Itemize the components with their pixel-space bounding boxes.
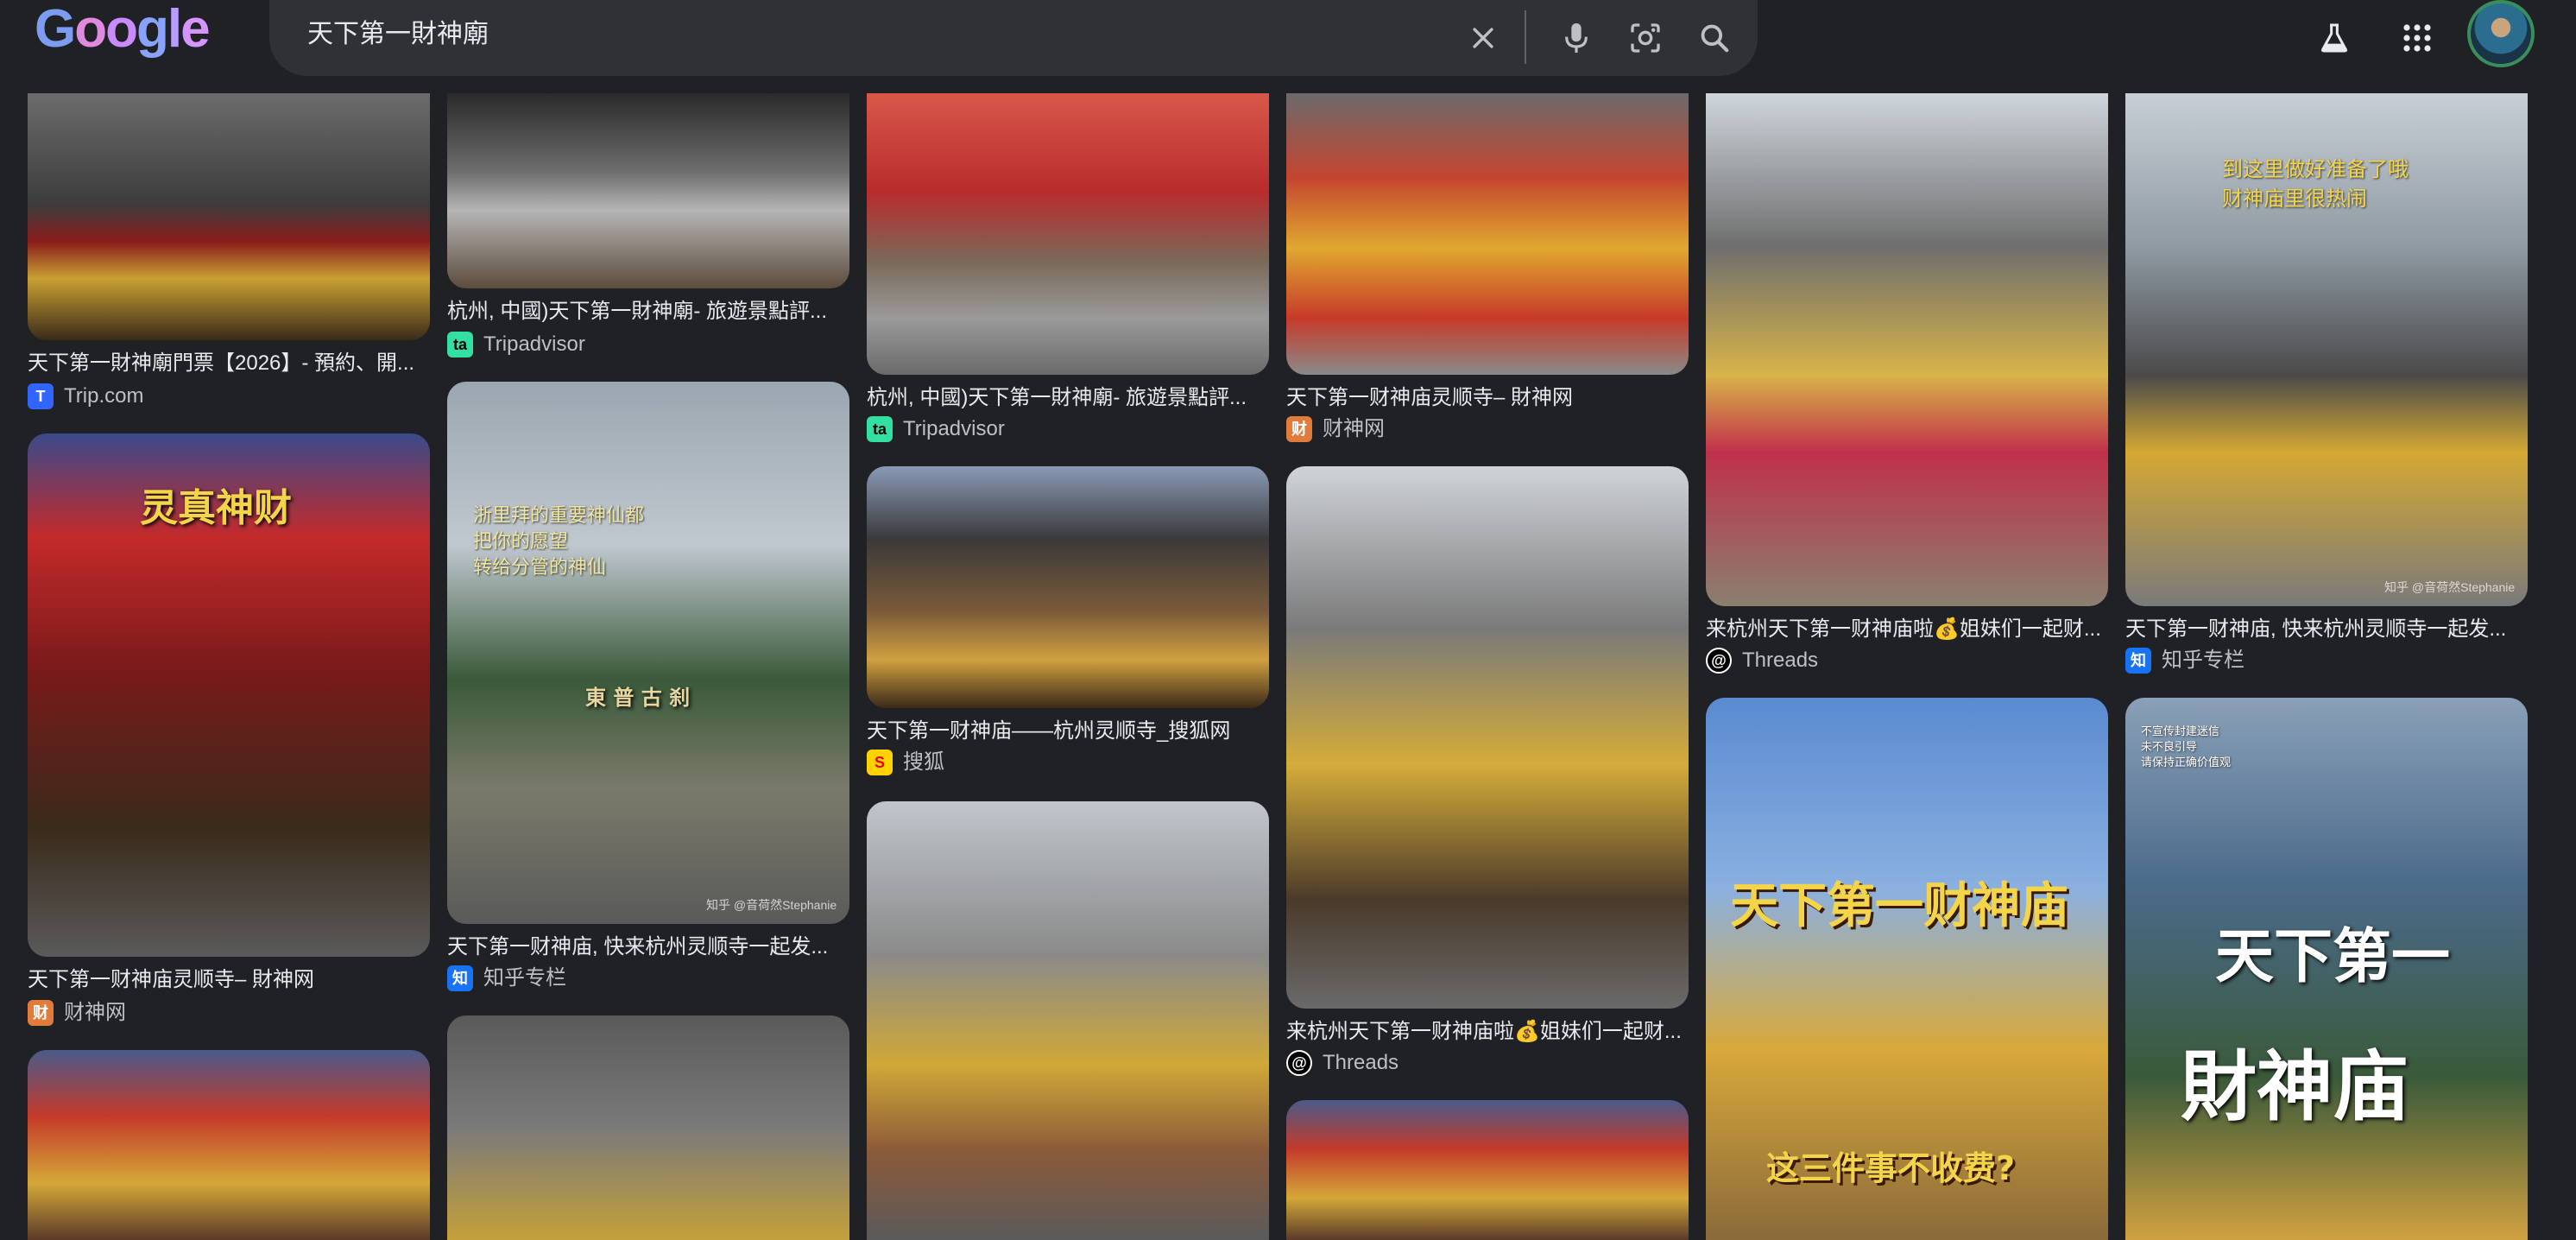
result-thumbnail[interactable] [867, 466, 1269, 708]
threads-icon: @ [1286, 1050, 1312, 1076]
zhihu-icon: 知 [2125, 648, 2151, 674]
top-bar: Google 天下第一財神廟 [0, 0, 2576, 90]
microphone-icon[interactable] [1552, 14, 1601, 62]
result-thumbnail[interactable]: 浙里拜的重要神仙都 把你的愿望 转给分管的神仙 東 普 古 刹 知乎 @音荷然S… [447, 382, 849, 924]
result-thumbnail[interactable] [867, 93, 1269, 375]
result-source[interactable]: @ Threads [1286, 1050, 1689, 1076]
tripadvisor-icon: ta [867, 416, 893, 442]
result-source[interactable]: S 搜狐 [867, 750, 1269, 775]
result-thumbnail[interactable] [447, 93, 849, 288]
camera-lens-icon[interactable] [1621, 14, 1670, 62]
close-icon[interactable] [1459, 14, 1507, 62]
threads-icon: @ [1706, 648, 1732, 674]
result-source[interactable]: 财 财神网 [28, 1000, 430, 1026]
search-bar[interactable]: 天下第一財神廟 [269, 0, 1758, 76]
result-thumbnail[interactable] [28, 93, 430, 340]
search-divider [1525, 10, 1526, 64]
caishen-icon: 财 [1286, 416, 1312, 442]
result-thumbnail[interactable]: 到这里做好准备了哦 财神庙里很热闹 知乎 @音荷然Stephanie [2125, 93, 2528, 606]
result-thumbnail[interactable] [447, 1015, 849, 1240]
tripcom-icon: T [28, 383, 54, 409]
apps-grid-icon[interactable] [2386, 7, 2448, 69]
result-source[interactable]: 知 知乎专栏 [2125, 648, 2528, 674]
result-source[interactable]: @ Threads [1706, 648, 2108, 674]
result-title[interactable]: 杭州, 中國)天下第一財神廟- 旅遊景點評... [447, 299, 849, 325]
result-thumbnail[interactable] [1286, 93, 1689, 375]
result-thumbnail[interactable] [1706, 93, 2108, 606]
result-title[interactable]: 天下第一财神庙灵顺寺– 財神网 [1286, 385, 1689, 411]
result-title[interactable]: 来杭州天下第一财神庙啦💰姐妹们一起财... [1706, 617, 2108, 642]
result-title[interactable]: 来杭州天下第一财神庙啦💰姐妹们一起财... [1286, 1019, 1689, 1045]
result-thumbnail[interactable]: 灵真神财 [28, 433, 430, 957]
result-thumbnail[interactable]: 天下第一财神庙 这三件事不收费? [1706, 698, 2108, 1240]
tripadvisor-icon: ta [447, 332, 473, 357]
result-source[interactable]: 知 知乎专栏 [447, 965, 849, 991]
account-avatar[interactable] [2467, 0, 2535, 67]
sohu-icon: S [867, 750, 893, 775]
result-thumbnail[interactable] [1286, 466, 1689, 1009]
result-title[interactable]: 杭州, 中國)天下第一財神廟- 旅遊景點評... [867, 385, 1269, 411]
result-thumbnail[interactable]: 不宣传封建迷信 未不良引导 请保持正确价值观 天下第一 財神庙 [2125, 698, 2528, 1240]
result-title[interactable]: 天下第一财神庙——杭州灵顺寺_搜狐网 [867, 718, 1269, 744]
result-title[interactable]: 天下第一财神庙灵顺寺– 財神网 [28, 967, 430, 993]
result-thumbnail[interactable] [867, 801, 1269, 1240]
image-results-grid: 天下第一財神廟門票【2026】- 預約、開... T Trip.com 灵真神财… [0, 0, 2576, 1240]
result-thumbnail[interactable] [1286, 1100, 1689, 1240]
search-icon[interactable] [1690, 14, 1739, 62]
result-title[interactable]: 天下第一财神庙, 快来杭州灵顺寺一起发... [447, 934, 849, 960]
flask-icon[interactable] [2303, 7, 2365, 69]
zhihu-icon: 知 [447, 965, 473, 991]
result-source[interactable]: ta Tripadvisor [867, 416, 1269, 442]
result-source[interactable]: ta Tripadvisor [447, 332, 849, 357]
result-title[interactable]: 天下第一財神廟門票【2026】- 預約、開... [28, 351, 430, 376]
caishen-icon: 财 [28, 1000, 54, 1026]
result-source[interactable]: 财 财神网 [1286, 416, 1689, 442]
result-thumbnail[interactable] [28, 1050, 430, 1240]
google-logo[interactable]: Google [35, 2, 211, 57]
search-input[interactable]: 天下第一財神廟 [307, 17, 489, 52]
result-source[interactable]: T Trip.com [28, 383, 430, 409]
result-title[interactable]: 天下第一财神庙, 快来杭州灵顺寺一起发... [2125, 617, 2528, 642]
